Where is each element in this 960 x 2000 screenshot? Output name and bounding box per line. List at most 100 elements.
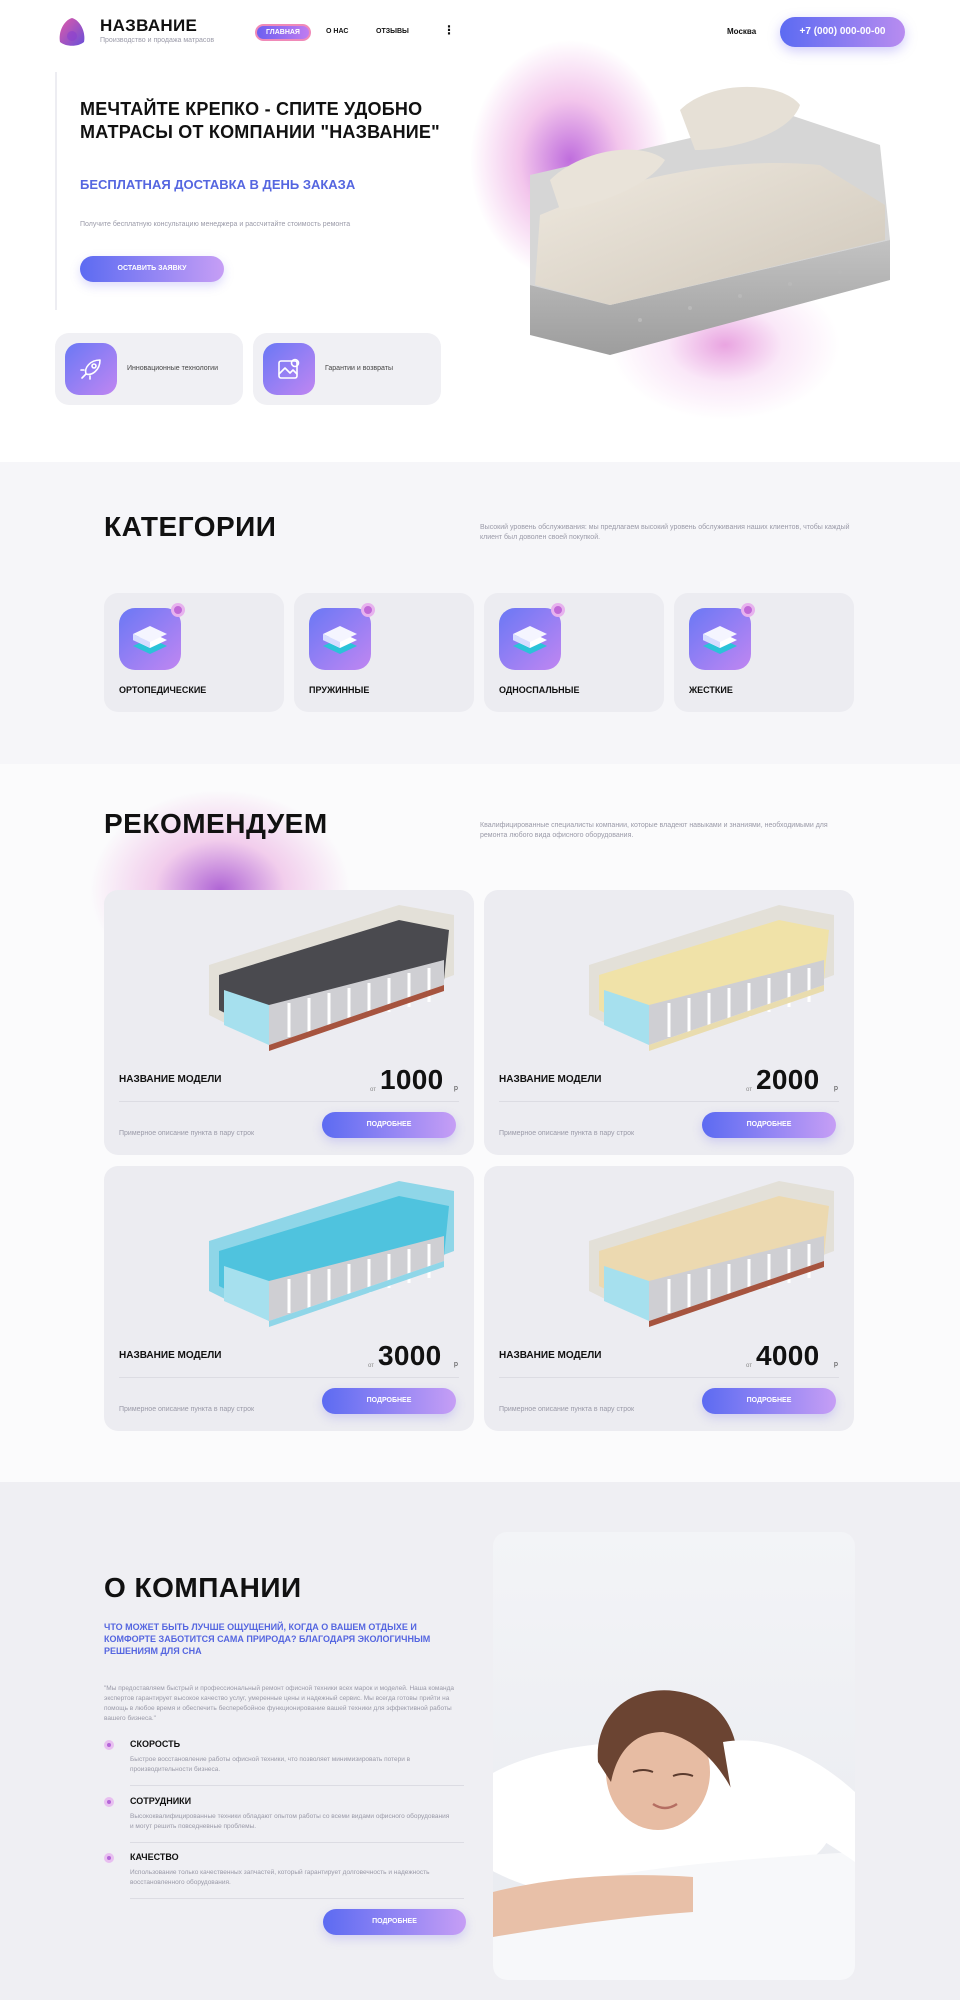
product-price: 1000 bbox=[380, 1064, 444, 1095]
photo-illustration bbox=[493, 1690, 855, 1980]
product-price: 4000 bbox=[756, 1340, 820, 1371]
about-item-text: Быстрое восстановление работы офисной те… bbox=[130, 1756, 411, 1773]
mattress-image bbox=[589, 1181, 834, 1327]
price-prefix: от bbox=[746, 1087, 752, 1093]
about-item-text: Высококвалифицированные техники обладают… bbox=[130, 1813, 450, 1830]
product-card[interactable]: НАЗВАНИЕ МОДЕЛИ от 1000 р Примерное опис… bbox=[104, 890, 474, 1155]
category-badge bbox=[171, 603, 185, 617]
about-item-title: СКОРОСТЬ bbox=[130, 1739, 181, 1749]
product-price: 2000 bbox=[756, 1064, 820, 1095]
product-description: Примерное описание пункта в пару строк bbox=[499, 1406, 635, 1413]
divider bbox=[130, 1842, 464, 1843]
product-card[interactable]: НАЗВАНИЕ МОДЕЛИ от 4000 р Примерное опис… bbox=[484, 1166, 854, 1431]
product-price: 3000 bbox=[378, 1340, 442, 1371]
rocket-icon bbox=[80, 359, 101, 380]
hero-subtitle: БЕСПЛАТНАЯ ДОСТАВКА В ДЕНЬ ЗАКАЗА bbox=[80, 177, 356, 192]
category-badge bbox=[361, 603, 375, 617]
mattress-layers-icon bbox=[703, 626, 737, 654]
product-description: Примерное описание пункта в пару строк bbox=[119, 1406, 255, 1413]
feature-card-innovation: Инновационные технологии bbox=[55, 333, 243, 405]
bed-image bbox=[530, 86, 890, 355]
feature-icon-bg bbox=[263, 343, 315, 395]
about-details-button[interactable]: ПОДРОБНЕЕ bbox=[323, 1909, 466, 1935]
categories-description: Высокий уровень обслуживания: мы предлаг… bbox=[480, 524, 850, 541]
bullet-dot bbox=[104, 1853, 114, 1863]
divider bbox=[499, 1101, 839, 1102]
feature-icon-bg bbox=[65, 343, 117, 395]
hero-note: Получите бесплатную консультацию менедже… bbox=[80, 221, 351, 228]
details-button[interactable]: ПОДРОБНЕЕ bbox=[322, 1112, 456, 1138]
image-icon bbox=[278, 358, 300, 379]
product-card[interactable]: НАЗВАНИЕ МОДЕЛИ от 2000 р Примерное опис… bbox=[484, 890, 854, 1155]
bullet-dot bbox=[104, 1797, 114, 1807]
category-label: ОРТОПЕДИЧЕСКИЕ bbox=[119, 685, 207, 695]
price-currency: р bbox=[454, 1085, 458, 1092]
brand-name[interactable]: НАЗВАНИЕ bbox=[100, 16, 197, 36]
about-item-title: КАЧЕСТВО bbox=[130, 1852, 179, 1862]
mattress-layers-icon bbox=[133, 626, 167, 654]
details-button[interactable]: ПОДРОБНЕЕ bbox=[702, 1112, 836, 1138]
category-card-spring[interactable]: ПРУЖИННЫЕ bbox=[294, 593, 474, 712]
feature-label: Гарантии и возвраты bbox=[325, 365, 394, 372]
product-description: Примерное описание пункта в пару строк bbox=[499, 1130, 635, 1137]
nav-about[interactable]: О НАС bbox=[326, 28, 348, 35]
about-quote: "Мы предоставляем быстрый и профессионал… bbox=[104, 1685, 455, 1722]
product-card[interactable]: НАЗВАНИЕ МОДЕЛИ от 3000 р Примерное опис… bbox=[104, 1166, 474, 1431]
feature-card-guarantee: Гарантии и возвраты bbox=[253, 333, 441, 405]
category-icon-bg bbox=[119, 608, 181, 670]
category-label: ОДНОСПАЛЬНЫЕ bbox=[499, 685, 580, 695]
mattress-image bbox=[209, 1181, 454, 1327]
category-card-single[interactable]: ОДНОСПАЛЬНЫЕ bbox=[484, 593, 664, 712]
about-subtitle: ЧТО МОЖЕТ БЫТЬ ЛУЧШЕ ОЩУЩЕНИЙ, КОГДА О В… bbox=[104, 1622, 431, 1656]
category-card-orthopedic[interactable]: ОРТОПЕДИЧЕСКИЕ bbox=[104, 593, 284, 712]
logo-icon[interactable] bbox=[56, 16, 88, 48]
mattress-layers-icon bbox=[513, 626, 547, 654]
category-label: ПРУЖИННЫЕ bbox=[309, 685, 370, 695]
about-item-text: Использование только качественных запчас… bbox=[130, 1869, 430, 1886]
hero-accent-line bbox=[55, 72, 57, 310]
product-description: Примерное описание пункта в пару строк bbox=[119, 1130, 255, 1137]
mattress-image bbox=[209, 905, 454, 1051]
hero-title: МЕЧТАЙТЕ КРЕПКО - СПИТЕ УДОБНО МАТРАСЫ О… bbox=[80, 99, 440, 142]
brand-tagline: Производство и продажа матрасов bbox=[100, 37, 215, 44]
nav-reviews[interactable]: ОТЗЫВЫ bbox=[376, 28, 409, 35]
mattress-image bbox=[589, 905, 834, 1051]
divider bbox=[119, 1101, 459, 1102]
category-icon-bg bbox=[499, 608, 561, 670]
feature-label: Инновационные технологии bbox=[127, 365, 219, 372]
more-menu-icon[interactable]: ⋮ bbox=[443, 24, 455, 36]
product-name: НАЗВАНИЕ МОДЕЛИ bbox=[119, 1350, 222, 1361]
product-name: НАЗВАНИЕ МОДЕЛИ bbox=[499, 1074, 602, 1085]
nav-home[interactable]: ГЛАВНАЯ bbox=[255, 24, 311, 41]
about-item-title: СОТРУДНИКИ bbox=[130, 1796, 192, 1806]
divider bbox=[119, 1377, 459, 1378]
product-name: НАЗВАНИЕ МОДЕЛИ bbox=[499, 1350, 602, 1361]
price-currency: р bbox=[834, 1085, 838, 1092]
category-card-hard[interactable]: ЖЕСТКИЕ bbox=[674, 593, 854, 712]
sleeping-woman-photo bbox=[493, 1532, 855, 1980]
divider bbox=[499, 1377, 839, 1378]
recommend-description: Квалифицированные специалисты компании, … bbox=[480, 822, 828, 839]
price-currency: р bbox=[834, 1361, 838, 1368]
divider bbox=[130, 1785, 464, 1786]
category-icon-bg bbox=[689, 608, 751, 670]
price-prefix: от bbox=[746, 1363, 752, 1369]
details-button[interactable]: ПОДРОБНЕЕ bbox=[322, 1388, 456, 1414]
price-currency: р bbox=[454, 1361, 458, 1368]
category-badge bbox=[551, 603, 565, 617]
category-label: ЖЕСТКИЕ bbox=[689, 685, 733, 695]
category-badge bbox=[741, 603, 755, 617]
about-heading: О КОМПАНИИ bbox=[104, 1572, 302, 1603]
bullet-dot bbox=[104, 1740, 114, 1750]
price-prefix: от bbox=[368, 1363, 374, 1369]
recommend-heading: РЕКОМЕНДУЕМ bbox=[104, 808, 328, 839]
price-prefix: от bbox=[370, 1087, 376, 1093]
product-name: НАЗВАНИЕ МОДЕЛИ bbox=[119, 1074, 222, 1085]
details-button[interactable]: ПОДРОБНЕЕ bbox=[702, 1388, 836, 1414]
mattress-layers-icon bbox=[323, 626, 357, 654]
phone-button[interactable]: +7 (000) 000-00-00 bbox=[780, 17, 905, 47]
request-button[interactable]: ОСТАВИТЬ ЗАЯВКУ bbox=[80, 256, 224, 282]
categories-heading: КАТЕГОРИИ bbox=[104, 511, 277, 542]
city-selector[interactable]: Москва bbox=[727, 27, 756, 36]
category-icon-bg bbox=[309, 608, 371, 670]
